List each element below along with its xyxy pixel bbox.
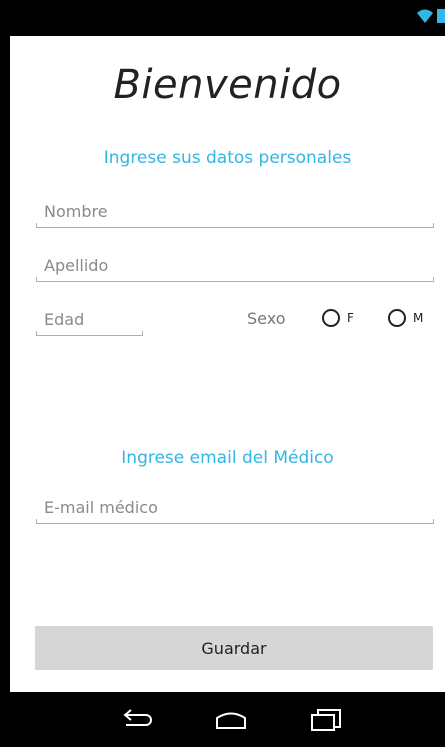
name-input[interactable] <box>36 196 434 226</box>
age-input[interactable] <box>36 304 143 334</box>
radio-circle-icon[interactable] <box>388 309 406 327</box>
age-field <box>36 304 143 336</box>
app-screen: Bienvenido Ingrese sus datos personales … <box>10 0 445 747</box>
status-bar <box>10 0 445 36</box>
page-title: Bienvenido <box>113 62 342 108</box>
save-button[interactable]: Guardar <box>35 626 433 670</box>
sex-option-f[interactable]: F <box>322 309 354 327</box>
doctor-email-input[interactable] <box>36 492 434 522</box>
wifi-icon <box>417 9 433 23</box>
sex-label: Sexo <box>247 309 286 328</box>
doctor-email-heading: Ingrese email del Médico <box>121 448 334 468</box>
lastname-field <box>36 250 434 282</box>
navigation-bar <box>10 692 445 747</box>
email-underline <box>36 519 434 524</box>
personal-data-heading: Ingrese sus datos personales <box>103 148 352 168</box>
home-icon[interactable] <box>213 706 249 732</box>
back-icon[interactable] <box>118 706 154 732</box>
sex-option-m[interactable]: M <box>388 309 423 327</box>
recents-icon[interactable] <box>308 706 344 732</box>
battery-icon <box>437 9 445 23</box>
name-underline <box>36 223 434 228</box>
radio-circle-icon[interactable] <box>322 309 340 327</box>
age-underline <box>36 331 143 336</box>
doctor-email-field <box>36 492 434 524</box>
sex-option-m-label: M <box>413 311 424 325</box>
name-field <box>36 196 434 228</box>
lastname-underline <box>36 277 434 282</box>
sex-option-f-label: F <box>347 311 354 325</box>
lastname-input[interactable] <box>36 250 434 280</box>
